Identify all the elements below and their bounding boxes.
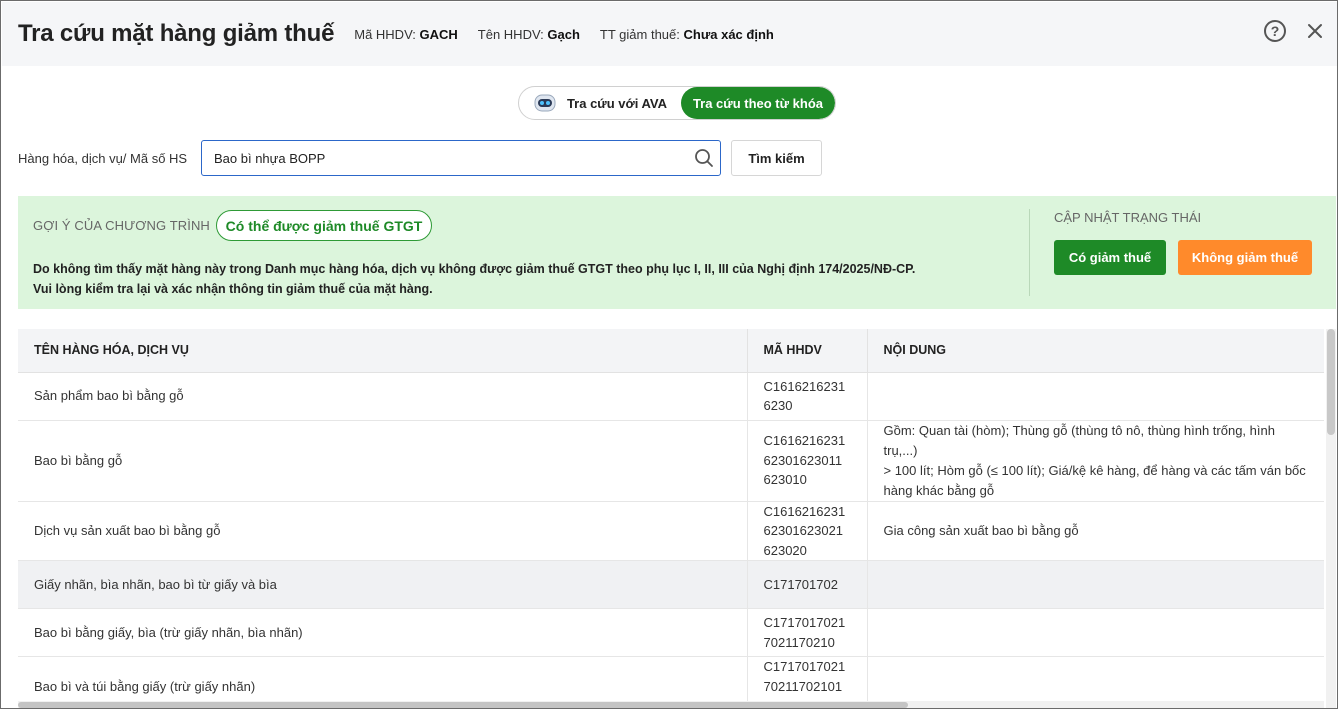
cell-content-line: > 100 lít; Hòm gỗ (≤ 100 lít); Giá/kệ kê… [883,462,1306,478]
suggestion-message-line2: Vui lòng kiểm tra lại và xác nhận thông … [33,282,433,296]
cell-content [867,372,1324,421]
cell-content: Gồm: Quan tài (hòm); Thùng gỗ (thùng tô … [867,420,1324,502]
column-header-content[interactable]: NỘI DUNG [867,329,1324,373]
meta-code-value: GACH [419,26,458,42]
tax-reduced-button[interactable]: Có giảm thuế [1054,240,1166,275]
horizontal-scrollbar-thumb[interactable] [18,702,908,708]
cell-code-line: C1616216231 [763,378,846,394]
cell-code-line: 623010 [763,472,807,488]
cell-content [867,608,1324,657]
table-row[interactable]: Sản phẩm bao bì bằng gỗ C1616216231 6230 [18,372,1324,421]
cell-code-line: C1616216231 [763,503,846,519]
suggestion-message-line1: Do không tìm thấy mặt hàng này trong Dan… [33,262,916,276]
meta-item-name: Tên HHDV: Gạch [478,27,580,42]
column-header-code[interactable]: MÃ HHDV [747,329,868,373]
close-icon[interactable] [1304,20,1326,42]
cell-name: Sản phẩm bao bì bằng gỗ [18,372,748,421]
cell-code-line: C1717017021 [763,659,846,675]
cell-content [867,656,1324,701]
search-icon[interactable] [694,148,714,168]
cell-code: C171701702 [747,560,868,609]
meta-item-status: TT giảm thuế: Chưa xác định [600,27,774,42]
dialog-title: Tra cứu mặt hàng giảm thuế [18,20,335,47]
results-table: TÊN HÀNG HÓA, DỊCH VỤ MÃ HHDV NỘI DUNG S… [18,329,1324,701]
suggestion-divider [1029,209,1030,296]
cell-code-line: 7021170210 [763,634,835,650]
cell-name: Dịch vụ sản xuất bao bì bằng gỗ [18,501,748,561]
cell-name: Giấy nhãn, bìa nhãn, bao bì từ giấy và b… [18,560,748,609]
cell-code: C1616216231 62301623021 623020 [747,501,868,561]
meta-name-value: Gạch [547,26,580,42]
meta-status-value: Chưa xác định [683,26,774,42]
cell-code: C1616216231 6230 [747,372,868,421]
suggestion-message: Do không tìm thấy mặt hàng này trong Dan… [33,259,915,299]
cell-code-line: C1717017021 [763,615,846,630]
vertical-scrollbar[interactable] [1326,329,1336,708]
cell-code-line: 62301623021 [763,523,844,538]
cell-code-line: 62301623011 [763,452,843,468]
dialog-header: Tra cứu mặt hàng giảm thuế Mã HHDV: GACH… [2,2,1337,66]
search-mode-toggle: Tra cứu với AVA Tra cứu theo từ khóa [518,86,836,120]
search-box [201,140,721,176]
suggestion-label: GỢI Ý CỦA CHƯƠNG TRÌNH [33,218,210,233]
meta-code-label: Mã HHDV: [354,26,416,42]
search-button[interactable]: Tìm kiếm [731,140,822,176]
toggle-ava-option[interactable]: Tra cứu với AVA [519,87,681,119]
table-row[interactable]: Bao bì bằng giấy, bìa (trừ giấy nhãn, bì… [18,608,1324,657]
header-actions: ? [1264,20,1326,42]
cell-content [867,560,1324,609]
table-row[interactable]: Dịch vụ sản xuất bao bì bằng gỗ C1616216… [18,501,1324,561]
table-row[interactable]: Bao bì và túi bằng giấy (trừ giấy nhãn) … [18,656,1324,701]
vertical-scrollbar-thumb[interactable] [1327,329,1335,435]
cell-code-line: C1616216231 [763,433,846,449]
table-row[interactable]: Bao bì bằng gỗ C1616216231 62301623011 6… [18,420,1324,502]
search-input[interactable] [202,141,682,175]
meta-status-label: TT giảm thuế: [599,26,680,42]
meta-item-code: Mã HHDV: GACH [354,27,458,42]
no-tax-reduction-button[interactable]: Không giảm thuế [1178,240,1312,275]
table-header-row: TÊN HÀNG HÓA, DỊCH VỤ MÃ HHDV NỘI DUNG [18,329,1324,373]
cell-code: C1717017021 7021170210 [747,608,868,657]
column-header-name[interactable]: TÊN HÀNG HÓA, DỊCH VỤ [18,329,748,373]
toggle-keyword-option[interactable]: Tra cứu theo từ khóa [680,87,835,119]
toggle-ava-label: Tra cứu với AVA [566,95,668,111]
robot-icon [534,94,556,112]
cell-code-line: 70211702101 [763,678,843,694]
table-row[interactable]: Giấy nhãn, bìa nhãn, bao bì từ giấy và b… [18,560,1324,609]
meta-name-label: Tên HHDV: [477,26,544,42]
cell-code-line: 623020 [763,542,807,558]
suggestion-panel: GỢI Ý CỦA CHƯƠNG TRÌNH Có thể được giảm … [18,196,1336,309]
search-label: Hàng hóa, dịch vụ/ Mã số HS [18,151,188,166]
results-table-container: TÊN HÀNG HÓA, DỊCH VỤ MÃ HHDV NỘI DUNG S… [18,329,1324,701]
cell-code: C1717017021 70211702101 702101 [747,656,868,701]
cell-name: Bao bì và túi bằng giấy (trừ giấy nhãn) [18,656,748,701]
cell-name: Bao bì bằng gỗ [18,420,748,502]
cell-name: Bao bì bằng giấy, bìa (trừ giấy nhãn, bì… [18,608,748,657]
dialog-window: Tra cứu mặt hàng giảm thuế Mã HHDV: GACH… [0,0,1338,709]
help-icon[interactable]: ? [1264,20,1286,42]
cell-content-line: hàng khác bằng gỗ [883,482,995,498]
suggestion-badge: Có thể được giảm thuế GTGT [216,210,432,241]
cell-content-line: Gồm: Quan tài (hòm); Thùng gỗ (thùng tô … [883,422,1275,458]
cell-code-line: 6230 [763,398,793,413]
update-status-label: CẬP NHẬT TRẠNG THÁI [1054,210,1202,225]
cell-code: C1616216231 62301623011 623010 [747,420,868,502]
horizontal-scrollbar[interactable] [18,701,1324,708]
cell-content: Gia công sản xuất bao bì bằng gỗ [867,501,1324,561]
